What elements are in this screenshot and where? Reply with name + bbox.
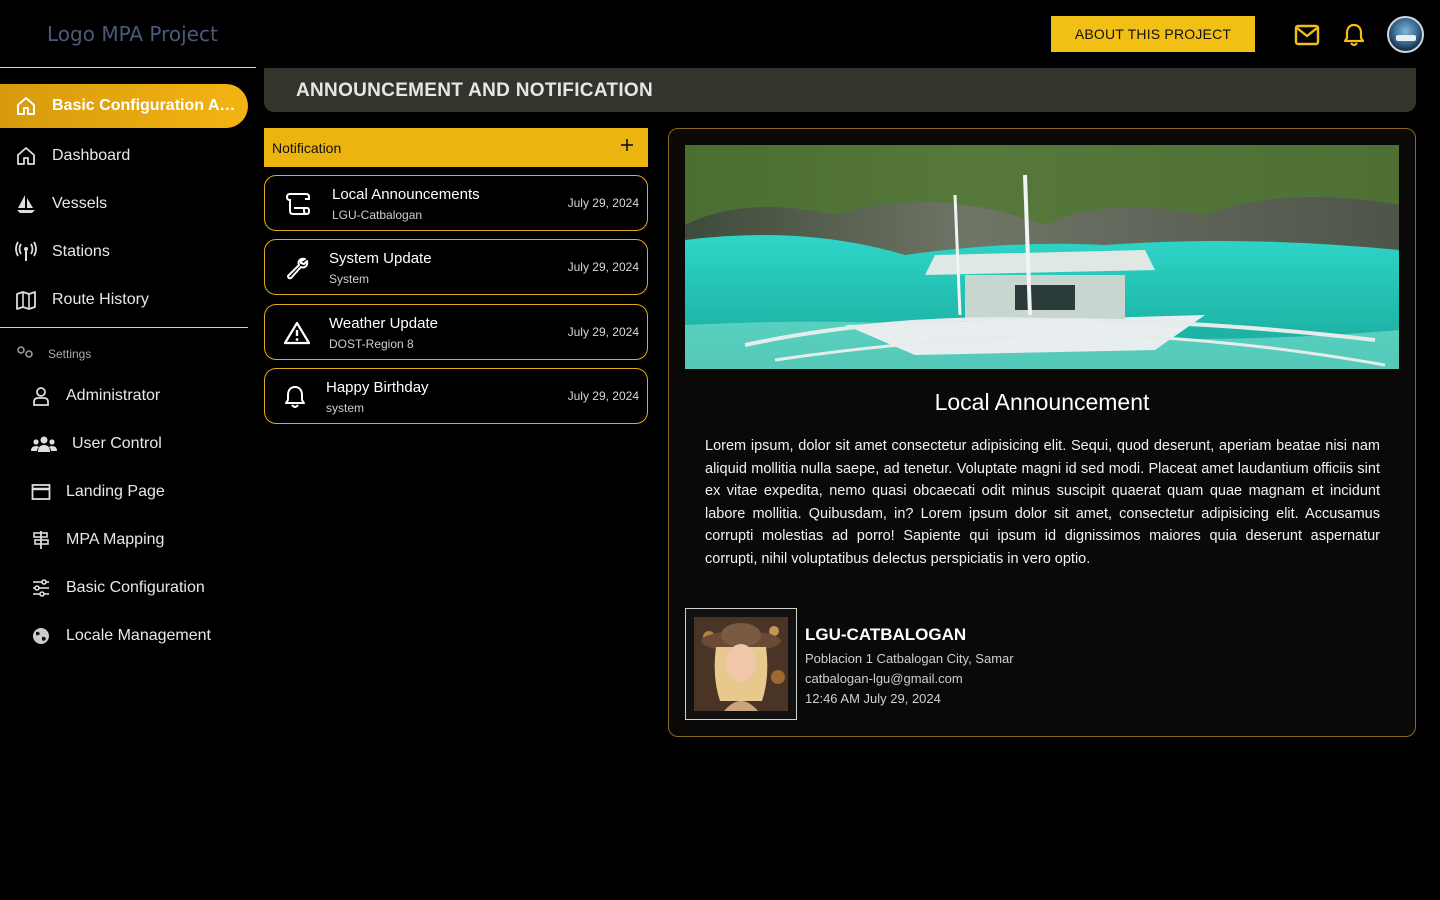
sidebar-item-label: MPA Mapping: [66, 531, 165, 548]
sidebar-item-label: Route History: [52, 291, 149, 308]
notification-item-system-update[interactable]: System Update System July 29, 2024: [264, 239, 648, 295]
sidebar-item-vessels[interactable]: Vessels: [0, 184, 248, 224]
notification-item-weather-update[interactable]: Weather Update DOST-Region 8 July 29, 20…: [264, 304, 648, 360]
sidebar-item-label: Landing Page: [66, 483, 165, 500]
notification-item-local-announcements[interactable]: Local Announcements LGU-Catbalogan July …: [264, 175, 648, 231]
home-icon: [0, 145, 52, 167]
announcement-title: Local Announcement: [934, 389, 1150, 415]
bell-icon[interactable]: [1340, 21, 1368, 49]
sidebar-item-label: Stations: [52, 243, 110, 260]
sidebar-item-label: Basic Configuration Act...: [52, 97, 244, 114]
sidebar-item-user-control[interactable]: User Control: [28, 424, 248, 464]
announcement-detail-panel: Local Announcement Lorem ipsum, dolor si…: [668, 128, 1416, 737]
warning-icon: [283, 319, 311, 347]
sidebar-item-label: Basic Configuration: [66, 579, 205, 596]
app-root: Logo MPA Project ABOUT THIS PROJECT Basi…: [0, 0, 1440, 900]
settings-section-header: Settings: [16, 345, 91, 362]
bell-icon: [281, 383, 309, 411]
wrench-icon: [283, 254, 311, 282]
notification-item-happy-birthday[interactable]: Happy Birthday system July 29, 2024: [264, 368, 648, 424]
sidebar-item-label: Vessels: [52, 195, 108, 212]
notification-date: July 29, 2024: [567, 260, 639, 274]
sidebar-item-label: Dashboard: [52, 147, 131, 164]
sidebar-top-divider: [0, 67, 256, 68]
author-name: LGU-CATBALOGAN: [805, 625, 967, 644]
sliders-icon: [28, 579, 54, 597]
sidebar-item-stations[interactable]: Stations: [0, 232, 248, 272]
page-title: ANNOUNCEMENT AND NOTIFICATION: [296, 80, 654, 101]
user-icon: [28, 386, 54, 406]
window-icon: [28, 483, 54, 501]
announcement-body: Lorem ipsum, dolor sit amet consectetur …: [705, 438, 1380, 567]
scroll-icon: [283, 190, 311, 218]
author-email[interactable]: catbalogan-lgu@gmail.com: [805, 671, 963, 686]
settings-label: Settings: [48, 346, 92, 361]
add-icon[interactable]: [620, 138, 634, 157]
notification-source: LGU-Catbalogan: [332, 208, 423, 222]
sidebar-item-locale-management[interactable]: Locale Management: [28, 616, 248, 656]
sidebar-item-landing-page[interactable]: Landing Page: [28, 472, 248, 512]
home-icon: [0, 95, 52, 117]
notification-title: Local Announcements: [332, 186, 480, 203]
sidebar-item-active[interactable]: Basic Configuration Act...: [0, 84, 248, 128]
sidebar-item-label: Locale Management: [66, 627, 211, 644]
signpost-icon: [28, 530, 54, 550]
notification-date: July 29, 2024: [567, 196, 639, 210]
sidebar-item-label: Administrator: [66, 387, 161, 404]
notification-date: July 29, 2024: [567, 389, 639, 403]
sidebar-item-basic-configuration[interactable]: Basic Configuration: [28, 568, 248, 608]
page-header: ANNOUNCEMENT AND NOTIFICATION: [264, 68, 1416, 112]
app-logo[interactable]: Logo MPA Project: [47, 22, 218, 46]
globe-icon: [28, 626, 54, 646]
notification-title: Weather Update: [329, 315, 438, 332]
author-address: Poblacion 1 Catbalogan City, Samar: [805, 651, 1014, 666]
user-avatar[interactable]: [1387, 16, 1424, 53]
users-icon: [28, 434, 60, 454]
author-timestamp: 12:46 AM July 29, 2024: [805, 691, 941, 706]
notification-header-label: Notification: [272, 139, 342, 156]
sidebar-item-administrator[interactable]: Administrator: [28, 376, 248, 416]
sidebar-divider: [0, 327, 248, 328]
notification-title: System Update: [329, 250, 432, 267]
notification-date: July 29, 2024: [567, 325, 639, 339]
announcement-image: [685, 145, 1399, 369]
sailboat-icon: [0, 193, 52, 215]
mail-icon[interactable]: [1293, 21, 1321, 49]
antenna-icon: [0, 241, 52, 263]
sidebar-item-route-history[interactable]: Route History: [0, 280, 248, 320]
notification-list-header: Notification: [264, 128, 648, 167]
notification-source: System: [329, 272, 370, 286]
sidebar-item-label: User Control: [72, 435, 162, 452]
notification-title: Happy Birthday: [326, 379, 429, 396]
notification-source: system: [326, 401, 365, 415]
sidebar-item-mpa-mapping[interactable]: MPA Mapping: [28, 520, 248, 560]
notification-source: DOST-Region 8: [329, 337, 414, 351]
about-project-button[interactable]: ABOUT THIS PROJECT: [1051, 16, 1255, 52]
author-avatar: [685, 608, 797, 720]
map-icon: [0, 289, 52, 311]
sidebar-item-dashboard[interactable]: Dashboard: [0, 136, 248, 176]
gears-icon: [16, 345, 34, 362]
